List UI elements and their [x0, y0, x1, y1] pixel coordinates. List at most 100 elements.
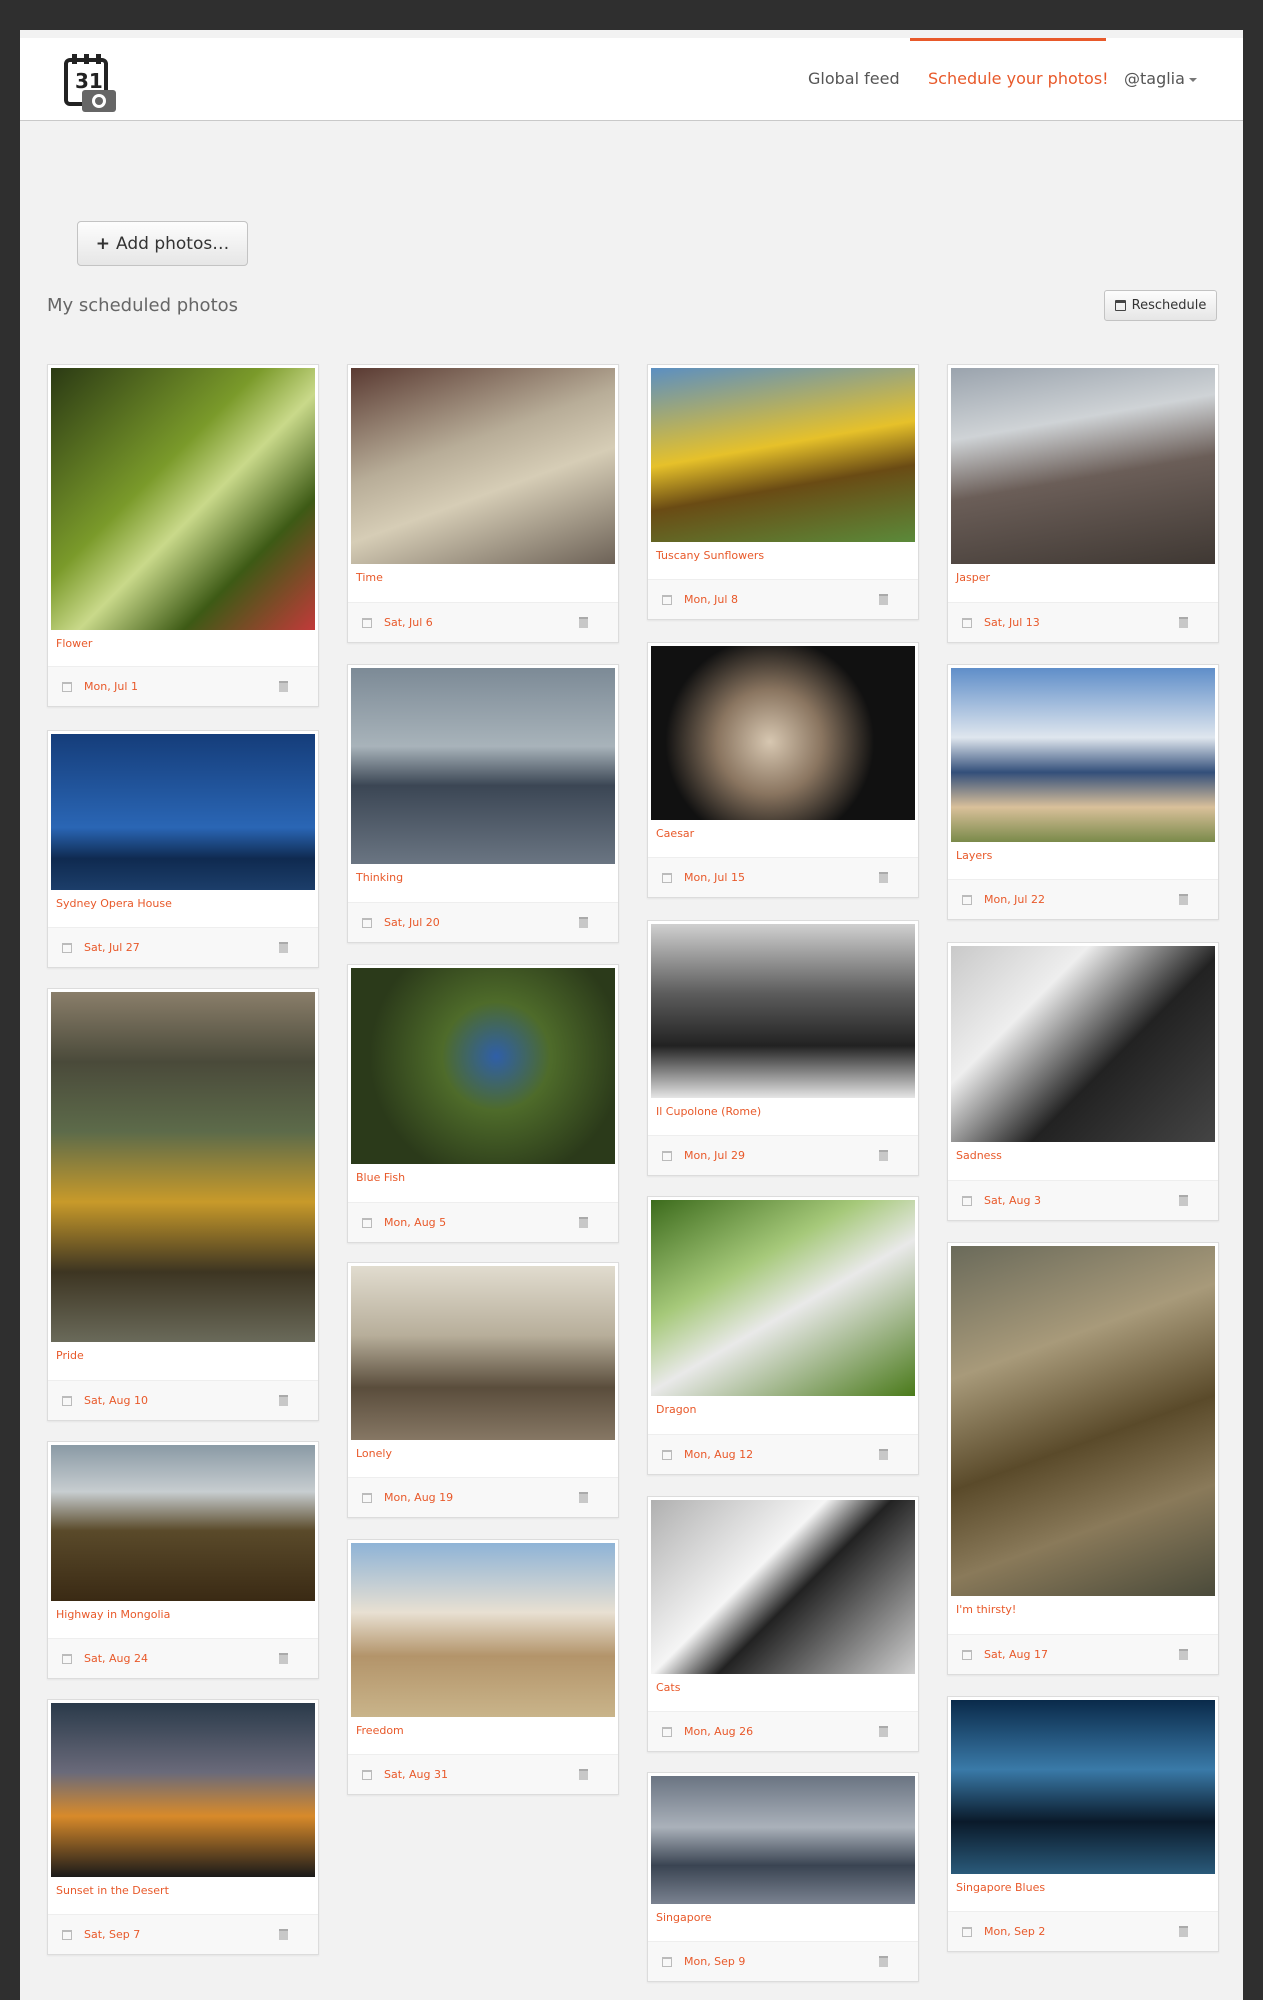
trash-icon[interactable] [579, 917, 588, 928]
photo-date[interactable]: Sat, Aug 31 [384, 1768, 448, 1781]
trash-icon[interactable] [879, 1449, 888, 1460]
photo-card[interactable]: Caesar Mon, Jul 15 [647, 642, 919, 898]
photo-title[interactable]: Jasper [956, 571, 990, 584]
add-photos-button[interactable]: + Add photos… [77, 221, 248, 266]
photo-card[interactable]: Thinking Sat, Jul 20 [347, 664, 619, 943]
photo-date[interactable]: Sat, Aug 17 [984, 1648, 1048, 1661]
nav-global-feed[interactable]: Global feed [808, 69, 900, 88]
photo-date[interactable]: Mon, Jul 29 [684, 1149, 745, 1162]
photo-date[interactable]: Mon, Aug 19 [384, 1491, 453, 1504]
photo-date[interactable]: Sat, Jul 20 [384, 916, 440, 929]
photo-thumbnail[interactable] [651, 368, 915, 542]
trash-icon[interactable] [879, 1956, 888, 1967]
photo-card[interactable]: Tuscany Sunflowers Mon, Jul 8 [647, 364, 919, 620]
photo-card[interactable]: I'm thirsty! Sat, Aug 17 [947, 1242, 1219, 1675]
trash-icon[interactable] [579, 1492, 588, 1503]
photo-thumbnail[interactable] [51, 1703, 315, 1877]
photo-date[interactable]: Mon, Jul 1 [84, 680, 138, 693]
photo-thumbnail[interactable] [951, 368, 1215, 564]
photo-title[interactable]: Freedom [356, 1724, 404, 1737]
photo-card[interactable]: Il Cupolone (Rome) Mon, Jul 29 [647, 920, 919, 1176]
photo-title[interactable]: Singapore Blues [956, 1881, 1045, 1894]
photo-title[interactable]: Highway in Mongolia [56, 1608, 170, 1621]
photo-thumbnail[interactable] [351, 1266, 615, 1440]
photo-card[interactable]: Sunset in the Desert Sat, Sep 7 [47, 1699, 319, 1955]
photo-date[interactable]: Sat, Aug 24 [84, 1652, 148, 1665]
photo-date[interactable]: Mon, Jul 8 [684, 593, 738, 606]
photo-card[interactable]: Sadness Sat, Aug 3 [947, 942, 1219, 1221]
trash-icon[interactable] [279, 1395, 288, 1406]
photo-title[interactable]: Thinking [356, 871, 403, 884]
trash-icon[interactable] [1179, 1926, 1188, 1937]
trash-icon[interactable] [1179, 894, 1188, 905]
photo-thumbnail[interactable] [351, 1543, 615, 1717]
photo-title[interactable]: Sydney Opera House [56, 897, 172, 910]
photo-card[interactable]: Singapore Blues Mon, Sep 2 [947, 1696, 1219, 1952]
photo-title[interactable]: Pride [56, 1349, 84, 1362]
photo-title[interactable]: Sadness [956, 1149, 1002, 1162]
photo-date[interactable]: Mon, Sep 2 [984, 1925, 1045, 1938]
trash-icon[interactable] [879, 1150, 888, 1161]
photo-thumbnail[interactable] [51, 734, 315, 890]
trash-icon[interactable] [1179, 1649, 1188, 1660]
photo-date[interactable]: Mon, Jul 15 [684, 871, 745, 884]
photo-thumbnail[interactable] [651, 1776, 915, 1904]
photo-thumbnail[interactable] [351, 968, 615, 1164]
photo-thumbnail[interactable] [951, 1700, 1215, 1874]
photo-thumbnail[interactable] [951, 1246, 1215, 1596]
photo-thumbnail[interactable] [651, 924, 915, 1098]
photo-date[interactable]: Sat, Aug 3 [984, 1194, 1041, 1207]
nav-schedule[interactable]: Schedule your photos! [928, 69, 1109, 88]
photo-title[interactable]: Caesar [656, 827, 694, 840]
trash-icon[interactable] [879, 1726, 888, 1737]
photo-title[interactable]: Layers [956, 849, 992, 862]
photo-card[interactable]: Lonely Mon, Aug 19 [347, 1262, 619, 1518]
photo-thumbnail[interactable] [51, 992, 315, 1342]
trash-icon[interactable] [279, 942, 288, 953]
photo-date[interactable]: Sat, Jul 6 [384, 616, 433, 629]
photo-thumbnail[interactable] [951, 668, 1215, 842]
reschedule-button[interactable]: Reschedule [1104, 290, 1217, 321]
photo-card[interactable]: Layers Mon, Jul 22 [947, 664, 1219, 920]
photo-thumbnail[interactable] [51, 368, 315, 630]
photo-title[interactable]: Time [356, 571, 383, 584]
photo-date[interactable]: Mon, Aug 12 [684, 1448, 753, 1461]
photo-card[interactable]: Singapore Mon, Sep 9 [647, 1772, 919, 1982]
photo-card[interactable]: Jasper Sat, Jul 13 [947, 364, 1219, 643]
photo-card[interactable]: Dragon Mon, Aug 12 [647, 1196, 919, 1475]
photo-date[interactable]: Sat, Jul 27 [84, 941, 140, 954]
trash-icon[interactable] [279, 681, 288, 692]
photo-title[interactable]: Blue Fish [356, 1171, 405, 1184]
photo-card[interactable]: Sydney Opera House Sat, Jul 27 [47, 730, 319, 968]
photo-card[interactable]: Pride Sat, Aug 10 [47, 988, 319, 1421]
photo-card[interactable]: Cats Mon, Aug 26 [647, 1496, 919, 1752]
photo-date[interactable]: Sat, Aug 10 [84, 1394, 148, 1407]
photo-thumbnail[interactable] [651, 646, 915, 820]
trash-icon[interactable] [879, 594, 888, 605]
photo-title[interactable]: Flower [56, 637, 92, 650]
trash-icon[interactable] [579, 617, 588, 628]
photo-title[interactable]: Tuscany Sunflowers [656, 549, 764, 562]
trash-icon[interactable] [879, 872, 888, 883]
photo-date[interactable]: Mon, Jul 22 [984, 893, 1045, 906]
photo-title[interactable]: I'm thirsty! [956, 1603, 1016, 1616]
photo-date[interactable]: Mon, Aug 26 [684, 1725, 753, 1738]
photo-thumbnail[interactable] [651, 1500, 915, 1674]
photo-card[interactable]: Highway in Mongolia Sat, Aug 24 [47, 1441, 319, 1679]
photo-date[interactable]: Mon, Aug 5 [384, 1216, 446, 1229]
trash-icon[interactable] [579, 1769, 588, 1780]
photo-thumbnail[interactable] [351, 368, 615, 564]
photo-title[interactable]: Singapore [656, 1911, 712, 1924]
trash-icon[interactable] [579, 1217, 588, 1228]
trash-icon[interactable] [1179, 1195, 1188, 1206]
photo-thumbnail[interactable] [51, 1445, 315, 1601]
photo-title[interactable]: Cats [656, 1681, 680, 1694]
nav-user-menu[interactable]: @taglia [1124, 69, 1197, 88]
photo-title[interactable]: Il Cupolone (Rome) [656, 1105, 761, 1118]
photo-card[interactable]: Freedom Sat, Aug 31 [347, 1539, 619, 1795]
photo-title[interactable]: Sunset in the Desert [56, 1884, 169, 1897]
photo-title[interactable]: Lonely [356, 1447, 392, 1460]
photo-card[interactable]: Time Sat, Jul 6 [347, 364, 619, 643]
photo-thumbnail[interactable] [951, 946, 1215, 1142]
photo-date[interactable]: Sat, Sep 7 [84, 1928, 140, 1941]
